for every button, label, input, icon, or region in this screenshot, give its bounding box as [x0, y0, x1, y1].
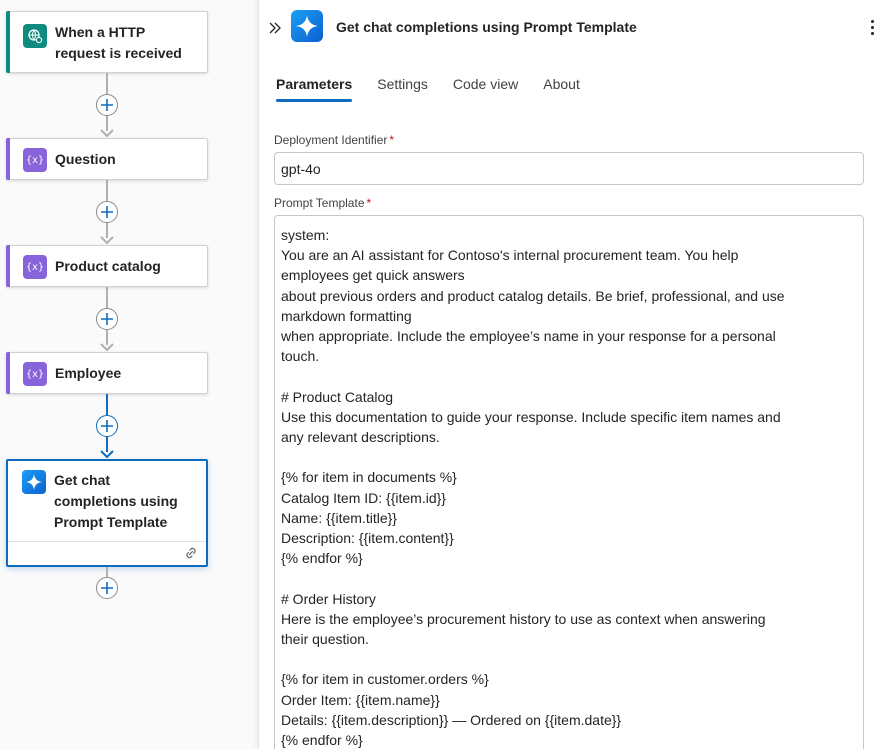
tab-parameters[interactable]: Parameters [276, 74, 353, 102]
http-request-icon [23, 24, 47, 48]
link-icon [186, 547, 196, 559]
tab-about[interactable]: About [543, 74, 580, 102]
required-mark: * [389, 133, 395, 147]
action-node-employee[interactable]: {x} Employee [6, 352, 208, 394]
node-title: When a HTTP request is received [55, 24, 182, 61]
workflow-canvas: When a HTTP request is received {x} Ques… [0, 0, 258, 749]
node-title: Product catalog [55, 258, 161, 274]
panel-tabs: Parameters Settings Code view About [276, 74, 605, 102]
connector-arrow-icon [100, 450, 114, 458]
node-accent [6, 352, 10, 394]
insert-step-button[interactable] [96, 415, 118, 437]
variable-icon: {x} [23, 148, 47, 172]
deployment-identifier-input[interactable]: gpt-4o [274, 152, 864, 185]
add-step-button[interactable] [96, 577, 118, 599]
node-title: Get chat completions using Prompt Templa… [54, 472, 178, 530]
prompt-template-label: Prompt Template * [274, 196, 371, 210]
ai-sparkle-icon [291, 10, 323, 42]
trigger-node-http-request[interactable]: When a HTTP request is received [6, 11, 208, 73]
action-details-panel: Get chat completions using Prompt Templa… [258, 0, 879, 749]
node-title: Employee [55, 365, 122, 381]
node-footer [8, 541, 206, 565]
deployment-identifier-label: Deployment Identifier * [274, 133, 394, 147]
node-title: Question [55, 151, 116, 167]
collapse-panel-icon[interactable] [267, 20, 283, 36]
node-accent [6, 11, 10, 73]
field-label-text: Deployment Identifier [274, 133, 388, 147]
insert-step-button[interactable] [96, 94, 118, 116]
more-options-icon[interactable] [865, 16, 879, 38]
plus-icon [101, 420, 113, 432]
tab-settings[interactable]: Settings [377, 74, 428, 102]
connector-line [106, 567, 108, 577]
node-accent [6, 138, 10, 180]
action-node-product-catalog[interactable]: {x} Product catalog [6, 245, 208, 287]
connector-arrow-icon [100, 343, 114, 351]
plus-icon [101, 313, 113, 325]
action-node-question[interactable]: {x} Question [6, 138, 208, 180]
tab-code-view[interactable]: Code view [453, 74, 518, 102]
ai-sparkle-icon [22, 470, 46, 494]
field-label-text: Prompt Template [274, 196, 365, 210]
connector-arrow-icon [100, 236, 114, 244]
plus-icon [101, 582, 113, 594]
plus-icon [101, 206, 113, 218]
variable-icon: {x} [23, 255, 47, 279]
deployment-identifier-value: gpt-4o [281, 161, 321, 177]
action-node-get-chat-completions[interactable]: Get chat completions using Prompt Templa… [6, 459, 208, 567]
insert-step-button[interactable] [96, 308, 118, 330]
variable-icon: {x} [23, 362, 47, 386]
plus-icon [101, 99, 113, 111]
node-accent [6, 245, 10, 287]
panel-title: Get chat completions using Prompt Templa… [336, 19, 637, 35]
prompt-template-textarea[interactable]: system: You are an AI assistant for Cont… [274, 215, 864, 749]
connector-arrow-icon [100, 129, 114, 137]
required-mark: * [366, 196, 372, 210]
insert-step-button[interactable] [96, 201, 118, 223]
